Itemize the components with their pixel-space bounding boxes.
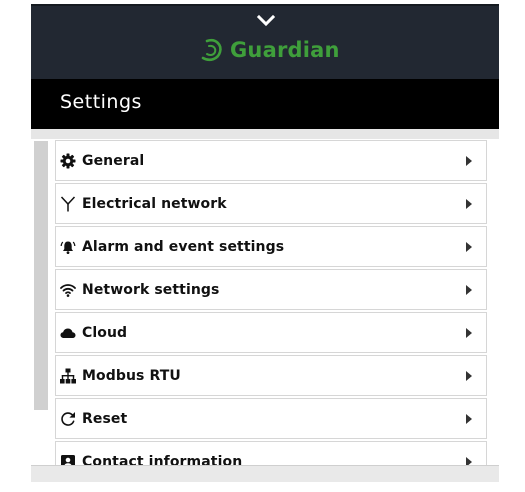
menu-item-label: Cloud xyxy=(82,324,128,341)
menu-item-modbus-rtu[interactable]: Modbus RTU xyxy=(55,355,487,396)
menu-item-cloud[interactable]: Cloud xyxy=(55,312,487,353)
alarm-bell-icon xyxy=(60,239,76,255)
caret-right-icon xyxy=(466,457,472,465)
settings-panel: Guardian Settings General Electrical net… xyxy=(31,4,499,482)
caret-right-icon xyxy=(466,285,472,295)
menu-item-label: Reset xyxy=(82,410,128,427)
caret-right-icon xyxy=(466,371,472,381)
wifi-icon xyxy=(60,282,76,298)
menu-item-electrical-network[interactable]: Electrical network xyxy=(55,183,487,224)
cloud-icon xyxy=(60,325,76,341)
menu-item-general[interactable]: General xyxy=(55,140,487,181)
caret-right-icon xyxy=(466,199,472,209)
top-header: Guardian xyxy=(31,4,499,79)
caret-right-icon xyxy=(466,242,472,252)
caret-right-icon xyxy=(466,328,472,338)
menu-item-label: Network settings xyxy=(82,281,220,298)
settings-list: General Electrical network Alarm and eve… xyxy=(31,139,499,465)
menu-item-label: Modbus RTU xyxy=(82,367,181,384)
menu-item-label: Contact information xyxy=(82,453,243,466)
brand-name: Guardian xyxy=(230,38,340,62)
menu-item-label: General xyxy=(82,152,145,169)
hierarchy-icon xyxy=(60,368,76,384)
menu-item-network-settings[interactable]: Network settings xyxy=(55,269,487,310)
guardian-logo-mark xyxy=(201,39,222,62)
menu-item-contact-information[interactable]: Contact information xyxy=(55,441,487,465)
menu-item-reset[interactable]: Reset xyxy=(55,398,487,439)
settings-menu: General Electrical network Alarm and eve… xyxy=(55,140,487,465)
scrollbar[interactable] xyxy=(34,141,48,410)
reset-icon xyxy=(60,411,76,427)
gear-icon xyxy=(60,153,76,169)
contact-icon xyxy=(60,454,76,465)
chevron-down-icon[interactable] xyxy=(256,14,276,28)
bottom-bar xyxy=(31,465,499,482)
page-title: Settings xyxy=(60,91,142,113)
guardian-logo: Guardian xyxy=(194,32,340,68)
title-bar: Settings xyxy=(31,79,499,129)
menu-item-label: Alarm and event settings xyxy=(82,238,285,255)
menu-item-alarm-event-settings[interactable]: Alarm and event settings xyxy=(55,226,487,267)
caret-right-icon xyxy=(466,414,472,424)
menu-item-label: Electrical network xyxy=(82,195,227,212)
caret-right-icon xyxy=(466,156,472,166)
network-branch-icon xyxy=(60,195,76,212)
